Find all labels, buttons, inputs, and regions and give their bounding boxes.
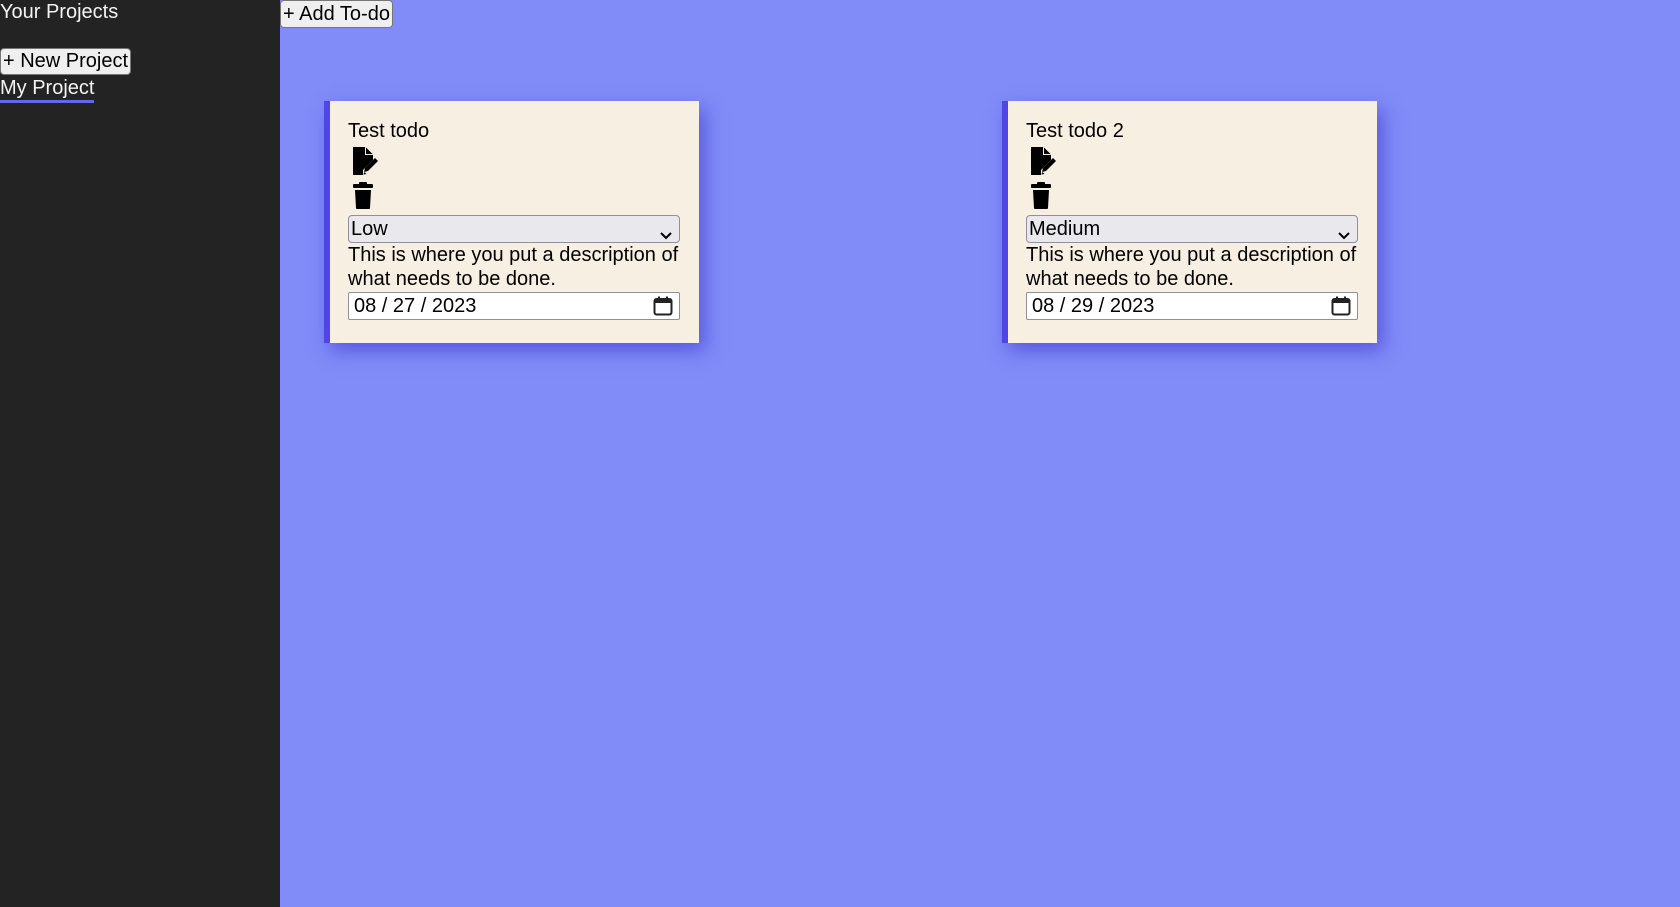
todo-description: This is where you put a description of w…: [1026, 244, 1357, 290]
sidebar: Your Projects + New Project My Project: [0, 0, 280, 907]
priority-value: Low: [351, 218, 388, 240]
todo-description: This is where you put a description of w…: [348, 244, 679, 290]
priority-value: Medium: [1029, 218, 1101, 240]
sidebar-item-my-project[interactable]: My Project: [0, 76, 95, 103]
todo-card: Test todo Low This is where you put a de…: [324, 101, 699, 343]
priority-select[interactable]: Low: [348, 215, 680, 243]
chevron-down-icon: [659, 223, 673, 240]
calendar-icon[interactable]: [1331, 296, 1351, 316]
trash-icon[interactable]: [1029, 179, 1057, 213]
due-date-value: 08 / 27 / 2023: [354, 295, 477, 317]
todo-card: Test todo 2 Medium This is where you put…: [1002, 101, 1377, 343]
calendar-icon[interactable]: [653, 296, 673, 316]
todo-title: Test todo: [348, 120, 430, 142]
add-todo-button[interactable]: + Add To-do: [280, 0, 393, 28]
trash-icon[interactable]: [351, 179, 379, 213]
todo-title: Test todo 2: [1026, 120, 1124, 142]
due-date-value: 08 / 29 / 2023: [1032, 295, 1155, 317]
main-content: + Add To-do Test todo Low This is where …: [280, 0, 1680, 907]
file-edit-icon[interactable]: [1029, 145, 1057, 179]
chevron-down-icon: [1337, 223, 1351, 240]
priority-select[interactable]: Medium: [1026, 215, 1358, 243]
new-project-button[interactable]: + New Project: [0, 48, 132, 75]
sidebar-title: Your Projects: [0, 1, 119, 23]
file-edit-icon[interactable]: [351, 145, 379, 179]
due-date-input[interactable]: 08 / 29 / 2023: [1026, 292, 1358, 320]
due-date-input[interactable]: 08 / 27 / 2023: [348, 292, 680, 320]
